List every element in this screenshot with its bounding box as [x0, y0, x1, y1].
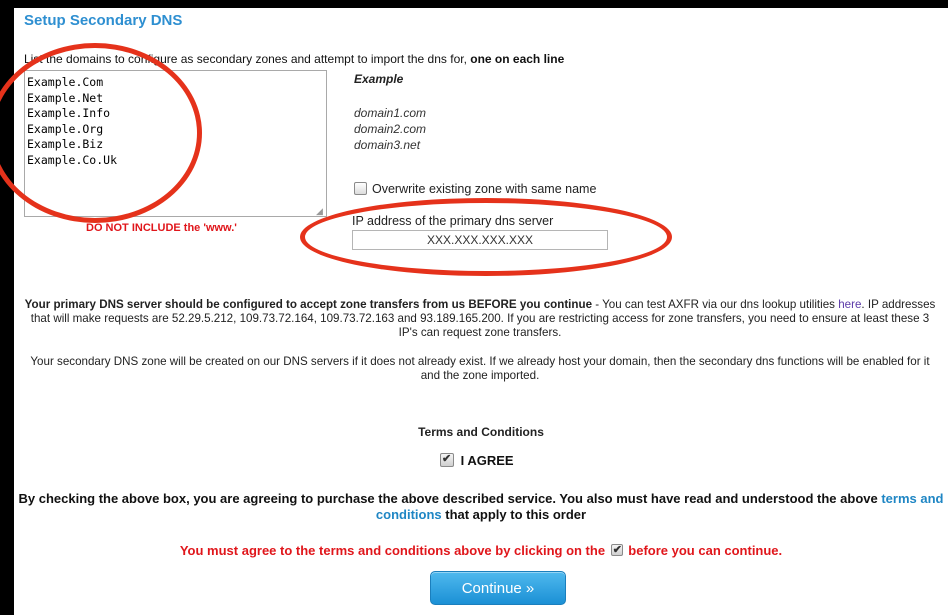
overwrite-checkbox[interactable] — [354, 182, 367, 195]
checkmark-icon: ✔ — [442, 453, 452, 465]
overwrite-row: Overwrite existing zone with same name — [354, 182, 596, 196]
example-item: domain2.com — [354, 122, 427, 136]
agree-label: I AGREE — [460, 453, 514, 468]
agree-row: ✔ I AGREE — [440, 453, 514, 468]
example-item: domain3.net — [354, 138, 421, 152]
dns-utilities-link[interactable]: here — [838, 298, 861, 311]
continue-button[interactable]: Continue » — [430, 571, 566, 605]
legal-text: By checking the above box, you are agree… — [14, 491, 948, 523]
secondary-zone-info: Your secondary DNS zone will be created … — [30, 355, 930, 382]
inline-checkbox-icon: ✔ — [610, 544, 623, 556]
example-heading: Example — [354, 72, 404, 86]
must-agree-notice: You must agree to the terms and conditio… — [14, 543, 948, 558]
legal-text-2: that apply to this order — [441, 507, 587, 522]
www-warning: DO NOT INCLUDE the 'www.' — [86, 222, 237, 234]
setup-panel: Setup Secondary DNS List the domains to … — [0, 0, 948, 615]
example-item: domain1.com — [354, 106, 427, 120]
overwrite-label: Overwrite existing zone with same name — [372, 182, 597, 196]
page-title: Setup Secondary DNS — [24, 12, 183, 29]
must-agree-text-1: You must agree to the terms and conditio… — [179, 543, 609, 558]
zone-transfer-info: Your primary DNS server should be config… — [20, 298, 940, 340]
resize-grip-icon[interactable]: ◢ — [316, 206, 326, 216]
checkmark-icon: ✔ — [612, 544, 622, 556]
zone-transfer-text-1: - You can test AXFR via our dns lookup u… — [592, 298, 839, 311]
annotation-circle-ip — [300, 198, 672, 276]
agree-checkbox[interactable]: ✔ — [440, 453, 454, 467]
legal-text-1: By checking the above box, you are agree… — [18, 491, 882, 506]
terms-heading: Terms and Conditions — [418, 425, 544, 439]
instructions-bold: one on each line — [470, 52, 565, 66]
must-agree-text-2: before you can continue. — [624, 543, 783, 558]
zone-transfer-warning: Your primary DNS server should be config… — [24, 298, 593, 311]
